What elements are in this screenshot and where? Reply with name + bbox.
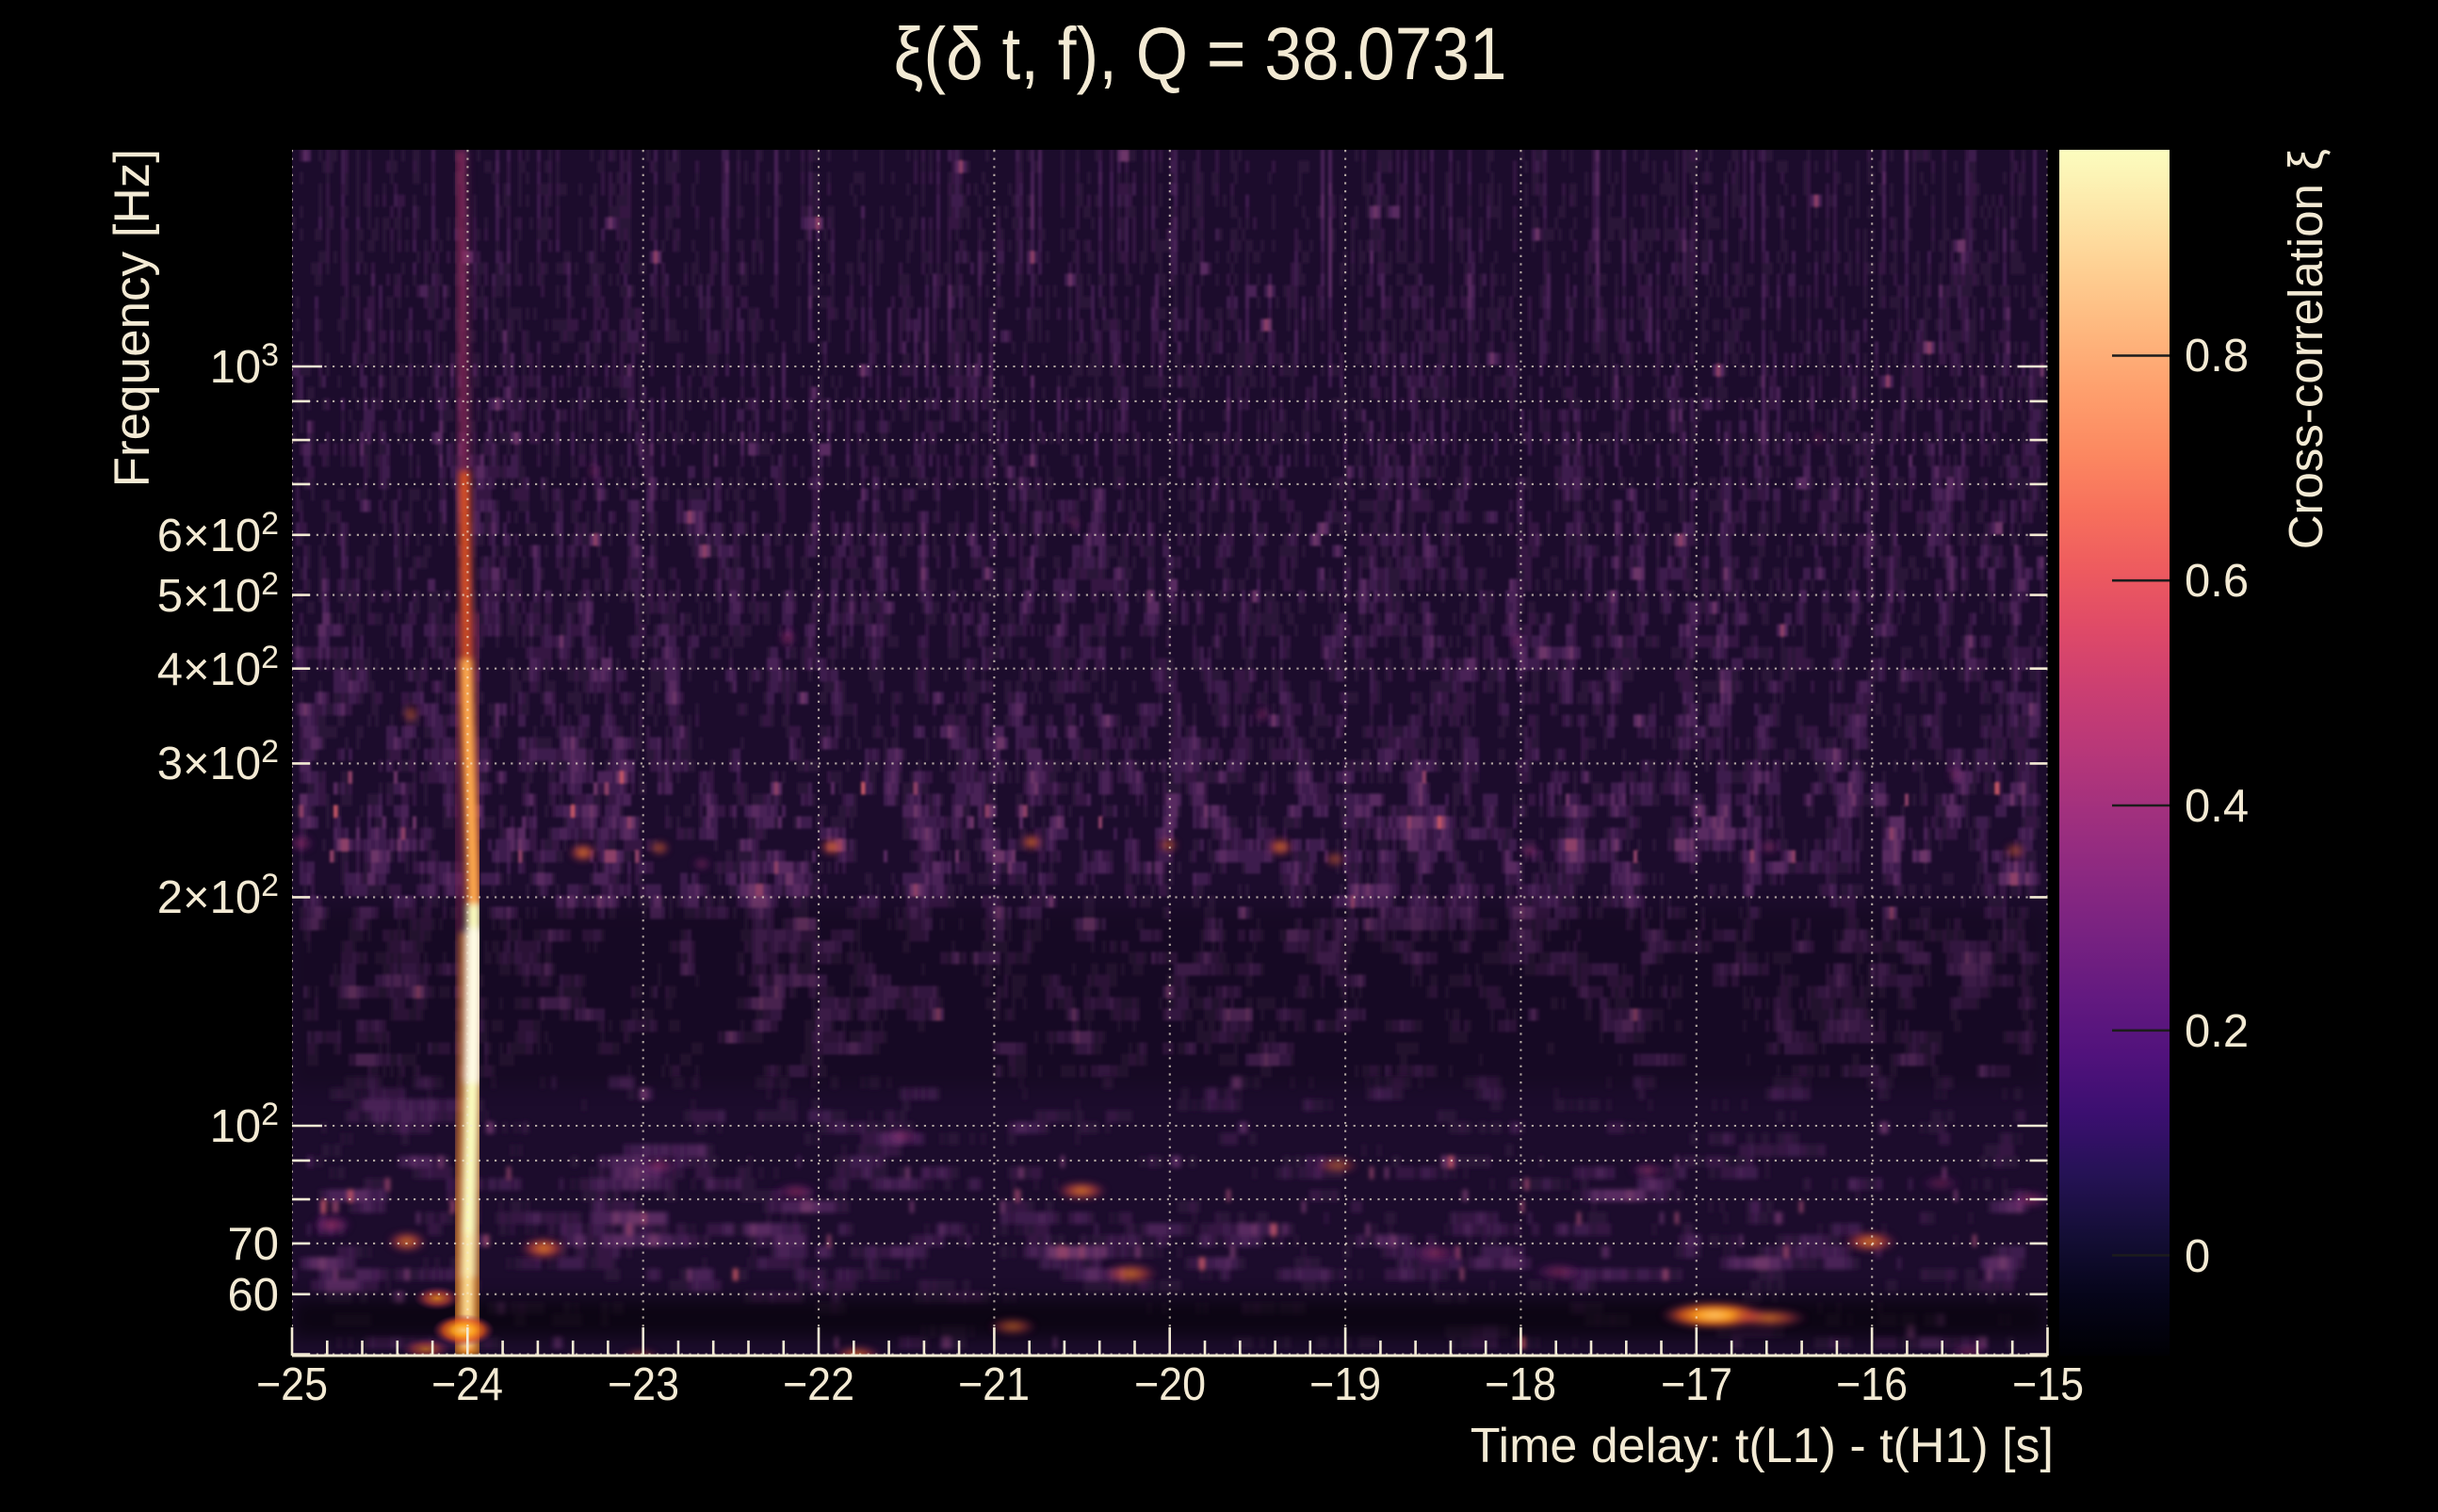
svg-text:0: 0 — [2185, 1231, 2210, 1282]
svg-text:5×102: 5×102 — [157, 566, 279, 622]
svg-text:4×102: 4×102 — [157, 640, 279, 695]
svg-text:70: 70 — [227, 1219, 279, 1270]
svg-text:0.8: 0.8 — [2185, 331, 2249, 382]
svg-text:Frequency [Hz]: Frequency [Hz] — [105, 149, 160, 487]
svg-text:0.2: 0.2 — [2185, 1006, 2249, 1057]
svg-text:Cross-correlation ξ: Cross-correlation ξ — [2279, 149, 2332, 549]
svg-text:Time delay: t(L1) - t(H1) [s]: Time delay: t(L1) - t(H1) [s] — [1471, 1419, 2054, 1473]
svg-text:−24: −24 — [431, 1359, 503, 1410]
svg-text:0.4: 0.4 — [2185, 781, 2249, 832]
svg-text:−18: −18 — [1485, 1359, 1556, 1410]
svg-text:6×102: 6×102 — [157, 506, 279, 561]
svg-text:3×102: 3×102 — [157, 734, 279, 789]
svg-text:−20: −20 — [1134, 1359, 1206, 1410]
svg-text:−25: −25 — [256, 1359, 328, 1410]
svg-text:−22: −22 — [783, 1359, 854, 1410]
svg-text:−17: −17 — [1661, 1359, 1732, 1410]
svg-text:−23: −23 — [608, 1359, 679, 1410]
svg-text:60: 60 — [227, 1270, 279, 1321]
svg-text:−19: −19 — [1309, 1359, 1381, 1410]
svg-text:−21: −21 — [958, 1359, 1030, 1410]
svg-text:−16: −16 — [1836, 1359, 1908, 1410]
svg-text:2×102: 2×102 — [157, 868, 279, 923]
svg-text:0.6: 0.6 — [2185, 556, 2249, 607]
svg-text:−15: −15 — [2012, 1359, 2084, 1410]
svg-text:ξ(δ t, f), Q = 38.0731: ξ(δ t, f), Q = 38.0731 — [894, 11, 1507, 95]
